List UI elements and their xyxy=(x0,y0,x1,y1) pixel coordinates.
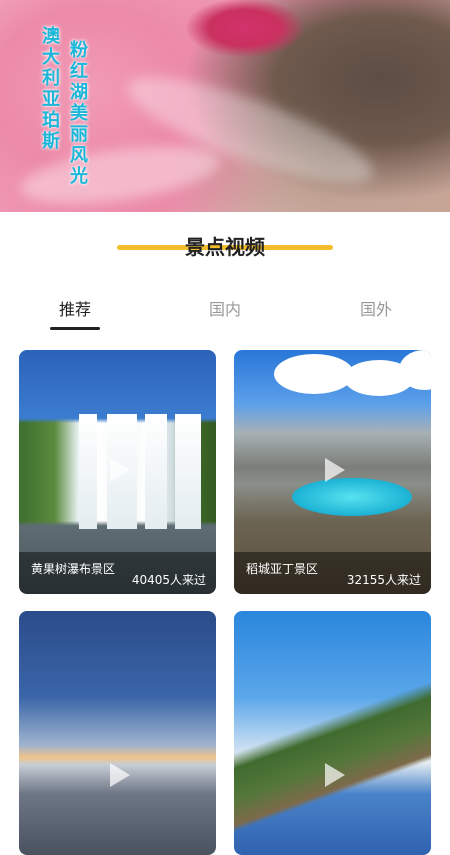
video-card[interactable]: 稻城亚丁景区 32155人来过 xyxy=(234,350,431,594)
hero-banner[interactable]: 澳大利亚珀斯 粉红湖美丽风光 xyxy=(0,0,450,212)
tab-active-indicator xyxy=(50,327,100,330)
video-card[interactable]: 黄果树瀑布景区 40405人来过 xyxy=(19,350,216,594)
card-title: 稻城亚丁景区 xyxy=(246,562,319,576)
card-title: 黄果树瀑布景区 xyxy=(31,562,116,576)
play-icon xyxy=(324,763,345,787)
card-info-bar: 黄果树瀑布景区 40405人来过 xyxy=(19,552,216,594)
visitor-count: 40405人来过 xyxy=(131,573,206,587)
scene-detail xyxy=(292,478,412,516)
tab-recommended[interactable]: 推荐 xyxy=(35,296,115,320)
scene-detail xyxy=(175,414,201,529)
tab-domestic[interactable]: 国内 xyxy=(185,296,265,320)
scene-detail xyxy=(79,414,97,529)
category-tabs: 推荐 国内 国外 xyxy=(0,292,450,332)
visitor-count: 32155人来过 xyxy=(346,573,421,587)
section-header: 景点视频 xyxy=(0,225,450,265)
section-title: 景点视频 xyxy=(185,235,265,259)
tab-overseas[interactable]: 国外 xyxy=(336,296,416,320)
video-card[interactable] xyxy=(19,611,216,855)
card-info-bar: 稻城亚丁景区 32155人来过 xyxy=(234,552,431,594)
play-icon xyxy=(109,763,130,787)
scene-detail xyxy=(274,354,354,394)
play-icon xyxy=(109,458,130,482)
hero-title-line1: 澳大利亚珀斯 xyxy=(39,26,60,152)
hero-title-line2: 粉红湖美丽风光 xyxy=(67,40,88,187)
play-icon xyxy=(324,458,345,482)
scene-detail xyxy=(145,414,167,529)
video-card[interactable] xyxy=(234,611,431,855)
